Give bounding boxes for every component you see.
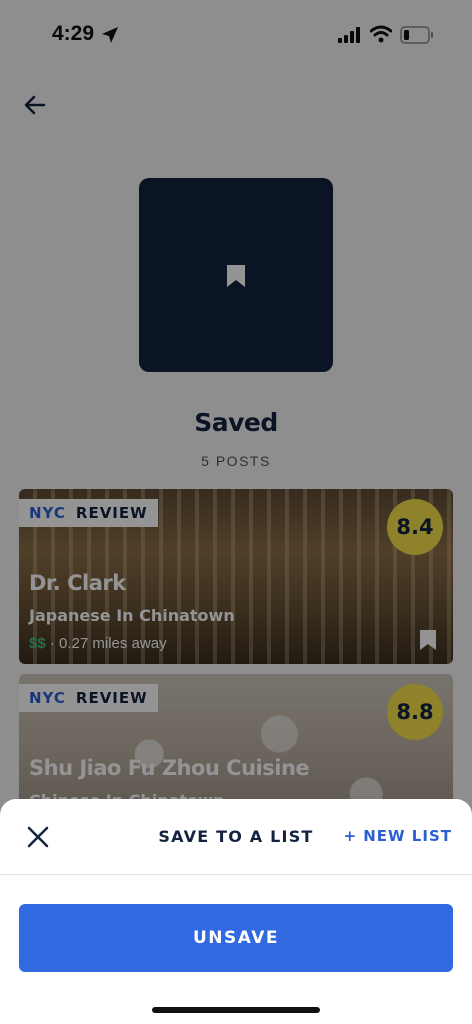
unsave-button[interactable]: UNSAVE bbox=[19, 904, 453, 972]
saved-screen: 4:29 Saved 5 POSTS NYC REVIEW 8.4 Dr. Cl… bbox=[0, 0, 472, 1024]
home-indicator bbox=[152, 1007, 320, 1013]
sheet-header: SAVE TO A LIST + NEW LIST bbox=[0, 799, 472, 875]
save-to-list-sheet: SAVE TO A LIST + NEW LIST UNSAVE bbox=[0, 799, 472, 1024]
new-list-button[interactable]: + NEW LIST bbox=[343, 827, 452, 845]
